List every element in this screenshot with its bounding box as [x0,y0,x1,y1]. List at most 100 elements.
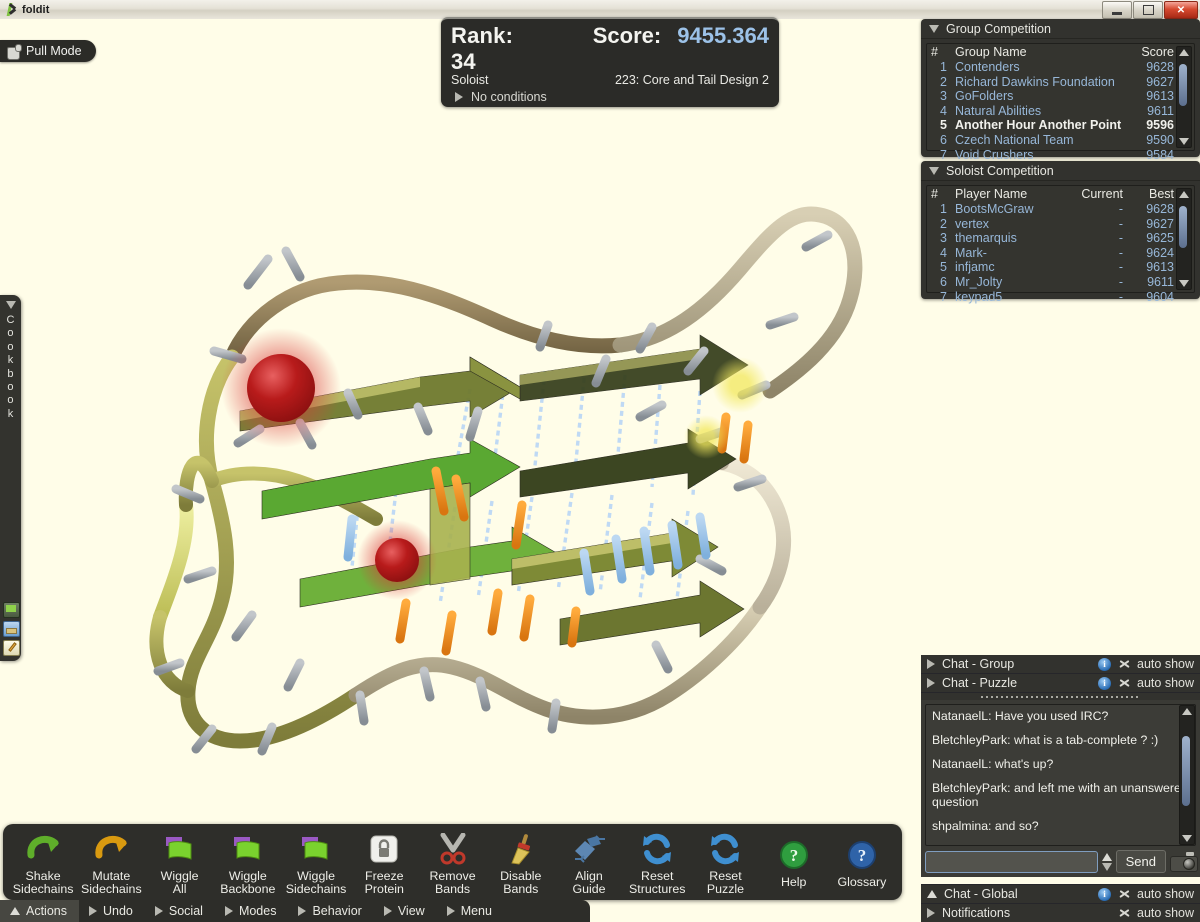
notifications-bar[interactable]: Notifications auto show [921,903,1200,922]
disable-bands-button[interactable]: DisableBands [487,829,555,896]
cookbook-sidebar[interactable]: Co ok bo ok [0,295,21,661]
group-competition-scrollbar[interactable] [1176,46,1192,148]
auto-show-label[interactable]: auto show [1137,906,1194,920]
cookbook-collapse-icon[interactable] [6,301,16,309]
chat-tab-puzzle[interactable]: Chat - Puzzle i auto show [921,674,1200,693]
soloist-competition-scrollbar[interactable] [1176,188,1192,290]
collapse-icon[interactable] [927,890,937,898]
wiggle-backbone-button[interactable]: WiggleBackbone [214,829,282,896]
menu-item-actions[interactable]: Actions [0,900,79,922]
collapse-icon[interactable] [929,25,939,33]
scroll-up-icon[interactable] [1182,708,1192,715]
chat-message-log[interactable]: NatanaelL: Have you used IRC?BletchleyPa… [925,704,1196,846]
minimize-button[interactable] [1102,1,1132,19]
soloist-competition-grid[interactable]: # Player Name Current Best 1BootsMcGraw-… [926,185,1195,293]
auto-show-label[interactable]: auto show [1137,887,1194,901]
scroll-up-icon[interactable] [1179,191,1189,198]
table-row[interactable]: 5Another Hour Another Point9596 [927,118,1194,133]
protein-structure-render[interactable] [0,19,900,849]
group-competition-grid[interactable]: # Group Name Score 1Contenders96282Richa… [926,43,1195,151]
close-icon[interactable] [1118,677,1131,690]
table-row[interactable]: 5infjamc-9613 [927,260,1194,275]
cell-rank: 4 [927,246,951,261]
table-row[interactable]: 6Mr_Jolty-9611 [927,275,1194,290]
score-label: Score: [593,23,661,49]
disable-bands-icon [505,829,537,869]
freeze-protein-icon [368,829,400,869]
maximize-button[interactable] [1133,1,1163,19]
menu-item-behavior[interactable]: Behavior [288,900,373,922]
table-row[interactable]: 7Void Crushers9584 [927,148,1194,163]
reset-structures-button[interactable]: ResetStructures [623,829,691,896]
expand-icon[interactable] [927,659,935,669]
table-row[interactable]: 2Richard Dawkins Foundation9627 [927,75,1194,90]
soloist-competition-header[interactable]: Soloist Competition [921,161,1200,181]
help-button[interactable]: ?Help [760,835,828,889]
scrollbar-thumb[interactable] [1179,64,1187,106]
close-icon[interactable] [1118,907,1131,920]
table-row[interactable]: 6Czech National Team9590 [927,133,1194,148]
cookbook-label: Co ok bo ok [7,314,15,421]
align-guide-button[interactable]: AlignGuide [555,829,623,896]
menu-item-social[interactable]: Social [145,900,215,922]
reset-puzzle-button[interactable]: ResetPuzzle [691,829,759,896]
script-terminal-icon[interactable] [3,602,20,618]
close-button[interactable]: ✕ [1164,1,1198,19]
chat-global-bar[interactable]: Chat - Global i auto show [921,884,1200,903]
freeze-protein-button[interactable]: FreezeProtein [350,829,418,896]
table-row[interactable]: 1Contenders9628 [927,60,1194,75]
table-row[interactable]: 2vertex-9627 [927,217,1194,232]
history-up-icon[interactable] [1102,853,1112,861]
table-row[interactable]: 4Natural Abilities9611 [927,104,1194,119]
table-row[interactable]: 3GoFolders9613 [927,89,1194,104]
scroll-down-icon[interactable] [1179,280,1189,287]
scrollbar-thumb[interactable] [1179,206,1187,248]
chat-history-spinner[interactable] [1102,853,1112,871]
menu-item-undo[interactable]: Undo [79,900,145,922]
window-title: foldit [22,4,49,16]
edit-recipe-icon[interactable] [3,640,20,656]
camera-icon[interactable] [1170,852,1196,872]
close-icon[interactable] [1118,658,1131,671]
collapse-icon[interactable] [929,167,939,175]
table-row[interactable]: 4Mark--9624 [927,246,1194,261]
open-recipe-icon[interactable] [3,621,20,637]
table-row[interactable]: 7keypad5-9604 [927,290,1194,305]
close-icon[interactable] [1118,888,1131,901]
conditions-label: No conditions [471,90,547,104]
expand-conditions-icon[interactable] [455,92,463,102]
table-row[interactable]: 3themarquis-9625 [927,231,1194,246]
shake-sidechains-button[interactable]: ShakeSidechains [9,829,77,896]
expand-icon[interactable] [927,678,935,688]
table-row[interactable]: 1BootsMcGraw-9628 [927,202,1194,217]
chat-tab-group[interactable]: Chat - Group i auto show [921,655,1200,674]
remove-bands-button[interactable]: RemoveBands [418,829,486,896]
wiggle-all-button[interactable]: WiggleAll [145,829,213,896]
chat-resize-handle[interactable] [921,693,1200,700]
scroll-up-icon[interactable] [1179,49,1189,56]
info-icon[interactable]: i [1098,677,1111,690]
scrollbar-thumb[interactable] [1182,736,1190,806]
expand-icon[interactable] [927,908,935,918]
chat-scrollbar[interactable] [1179,705,1195,845]
info-icon[interactable]: i [1098,888,1111,901]
auto-show-label[interactable]: auto show [1137,657,1194,671]
group-competition-header[interactable]: Group Competition [921,19,1200,39]
mutate-sidechains-button[interactable]: MutateSidechains [77,829,145,896]
scroll-down-icon[interactable] [1179,138,1189,145]
glossary-button[interactable]: ?Glossary [828,835,896,889]
auto-show-label[interactable]: auto show [1137,676,1194,690]
cell-current: - [1063,217,1127,232]
chat-input[interactable] [925,851,1098,873]
info-icon[interactable]: i [1098,658,1111,671]
send-button[interactable]: Send [1116,850,1166,873]
conditions-row[interactable]: No conditions [451,90,769,104]
pull-mode-button[interactable]: Pull Mode [0,40,96,62]
menu-item-view[interactable]: View [374,900,437,922]
history-down-icon[interactable] [1102,863,1112,871]
menu-item-modes[interactable]: Modes [215,900,289,922]
wiggle-sidechains-button[interactable]: WiggleSidechains [282,829,350,896]
menu-item-menu[interactable]: Menu [437,900,504,922]
scroll-down-icon[interactable] [1182,835,1192,842]
cell-rank: 2 [927,75,951,90]
